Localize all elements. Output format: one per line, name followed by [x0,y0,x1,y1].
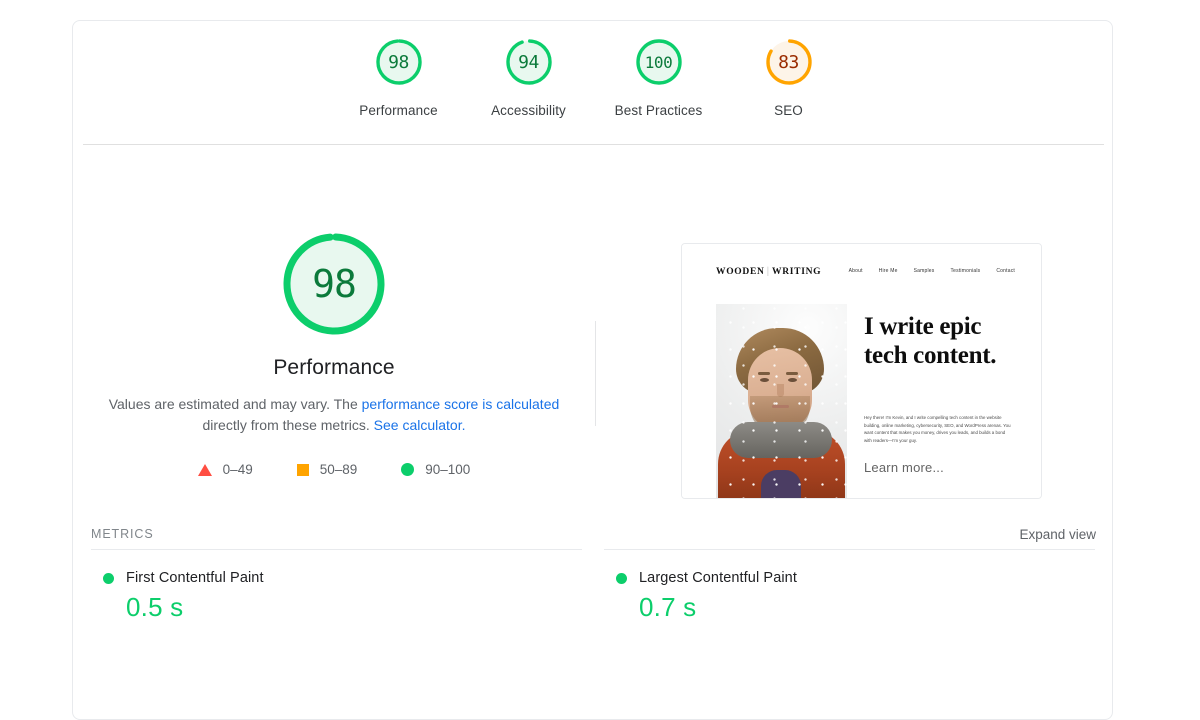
thumbnail-nav-item-hire-me: Hire Me [878,268,898,274]
accessibility-score-value: 94 [518,51,539,73]
metrics-section-title: METRICS [91,527,154,541]
thumbnail-nav-item-testimonials: Testimonials [950,268,981,274]
accessibility-ring: 94 [502,35,556,89]
metrics-grid: First Contentful Paint 0.5 s Largest Con… [91,549,1096,623]
performance-description: Values are estimated and may vary. The p… [104,394,564,436]
seo-score-value: 83 [778,51,799,73]
performance-gauge-panel: 98 Performance Values are estimated and … [73,206,595,477]
legend-item-pass: 90–100 [401,462,470,477]
metric-name-first-contentful-paint: First Contentful Paint [126,570,264,586]
legend-range-pass: 90–100 [425,462,471,477]
thumbnail-nav-item-samples: Samples [913,268,935,274]
category-gauge-performance[interactable]: 98 Performance [334,35,464,118]
category-label-performance: Performance [359,103,438,118]
metric-name-largest-contentful-paint: Largest Contentful Paint [639,570,797,586]
final-screenshot-thumbnail[interactable]: WOODEN∣WRITING About Hire Me Samples Tes… [681,243,1042,499]
performance-score-calculated-link[interactable]: performance score is calculated [362,396,560,412]
performance-description-lead: Values are estimated and may vary. The [108,396,362,412]
thumbnail-cta-link: Learn more... [864,460,944,475]
legend-range-average: 50–89 [319,462,358,477]
category-label-seo: SEO [774,103,803,118]
status-circle-icon [103,572,114,584]
seo-ring: 83 [762,35,816,89]
performance-vertical-divider [595,321,596,426]
square-icon [296,463,309,476]
thumbnail-brand-logo: WOODEN∣WRITING [716,266,821,277]
metrics-header: METRICS Expand view [83,519,1104,549]
metrics-column-right: Largest Contentful Paint 0.7 s [604,549,1095,623]
category-label-best-practices: Best Practices [614,103,703,118]
category-gauge-accessibility[interactable]: 94 Accessibility [464,35,594,118]
performance-score-value: 98 [388,51,409,73]
thumbnail-site-nav: WOODEN∣WRITING About Hire Me Samples Tes… [682,260,1041,282]
status-circle-icon [616,572,627,584]
metric-row: Largest Contentful Paint [604,570,1095,586]
thumbnail-page-render: WOODEN∣WRITING About Hire Me Samples Tes… [682,244,1041,498]
legend-item-fail: 0–49 [197,462,253,477]
thumbnail-body-text: Hey there! I'm Kevin, and I write compel… [864,415,1011,443]
thumbnail-brand-left: WOODEN [716,266,765,277]
metric-item-first-contentful-paint[interactable]: First Contentful Paint 0.5 s [91,550,582,623]
metric-row: First Contentful Paint [91,570,582,586]
see-calculator-link[interactable]: See calculator. [374,417,466,433]
thumbnail-brand-divider: ∣ [765,266,771,277]
thumbnail-nav-item-contact: Contact [996,268,1015,274]
category-label-accessibility: Accessibility [491,103,566,118]
performance-large-ring: 98 [276,226,392,342]
category-gauge-best-practices[interactable]: 100 Best Practices [594,35,724,118]
performance-large-score: 98 [312,262,357,306]
performance-description-mid: directly from these metrics. [202,417,374,433]
category-gauge-row: 98 Performance 94 Accessibility 100 Best… [73,21,1114,144]
best-practices-score-value: 100 [644,52,673,72]
metric-item-largest-contentful-paint[interactable]: Largest Contentful Paint 0.7 s [604,550,1095,623]
pagespeed-report-card: 98 Performance 94 Accessibility 100 Best… [72,20,1113,720]
legend-item-average: 50–89 [296,462,358,477]
best-practices-ring: 100 [632,35,686,89]
portrait-snow-overlay [716,304,847,498]
performance-ring: 98 [372,35,426,89]
thumbnail-brand-right: WRITING [772,266,822,277]
circle-icon [401,463,415,476]
score-legend: 0–49 50–89 90–100 [197,462,470,477]
thumbnail-nav-links: About Hire Me Samples Testimonials Conta… [849,268,1015,274]
thumbnail-portrait-photo [716,304,847,498]
triangle-icon [197,463,212,476]
thumbnail-nav-item-about: About [848,268,863,274]
metric-value-largest-contentful-paint: 0.7 s [639,592,697,622]
legend-range-fail: 0–49 [222,462,253,477]
thumbnail-headline: I write epic tech content. [864,313,997,369]
metrics-column-left: First Contentful Paint 0.5 s [91,549,582,623]
performance-summary-block: 98 Performance Values are estimated and … [73,206,1114,499]
gauges-divider [83,144,1104,145]
performance-large-label: Performance [273,356,395,379]
expand-view-button[interactable]: Expand view [1019,527,1096,542]
metric-value-first-contentful-paint: 0.5 s [126,592,184,622]
category-gauge-seo[interactable]: 83 SEO [724,35,854,118]
